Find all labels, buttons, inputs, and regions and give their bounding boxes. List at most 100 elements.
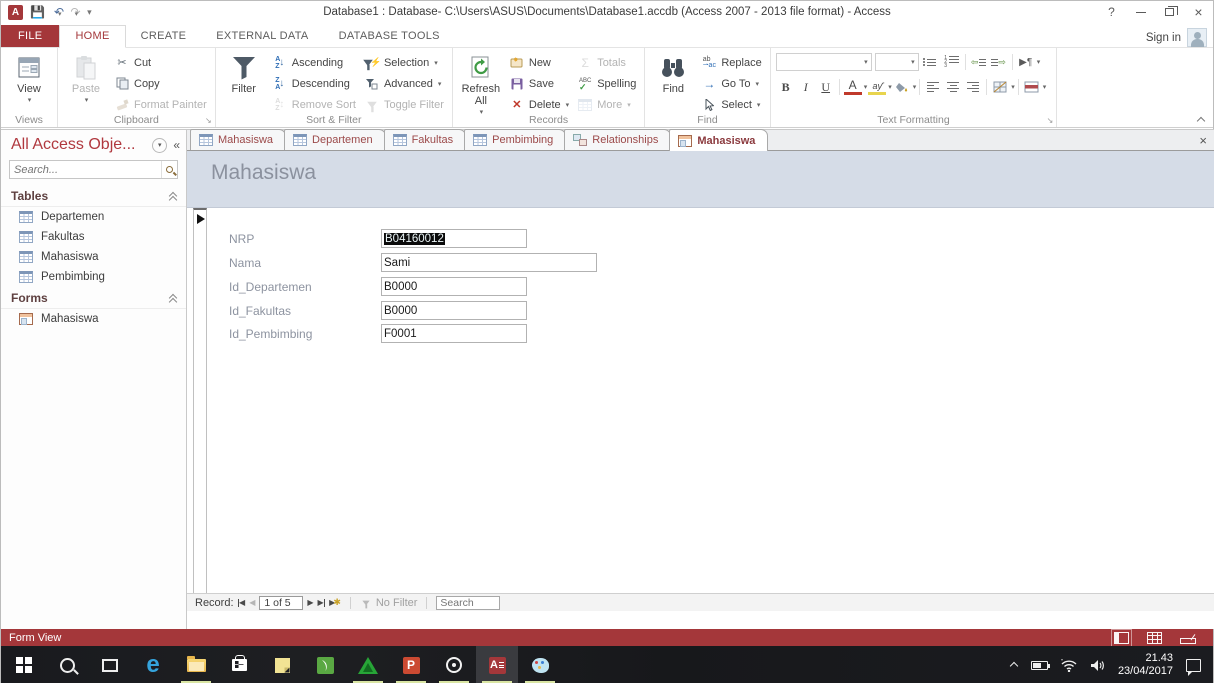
record-selector[interactable] [193,208,207,600]
powerpoint-button[interactable]: P [390,646,432,683]
doc-tab-mahasiswa-table[interactable]: Mahasiswa [190,129,286,150]
remove-sort-button[interactable]: AZ↕Remove Sort [269,94,359,115]
edge-button[interactable]: e [132,646,174,683]
taskbar-search-button[interactable] [46,646,88,683]
wifi-icon[interactable]: * [1061,659,1077,672]
more-button[interactable]: More▾ [574,94,639,115]
font-name-dropdown[interactable]: ▾ [776,53,872,71]
filter-status[interactable]: No Filter [360,597,418,609]
customize-qat-button[interactable]: ▾ [87,7,92,18]
new-record-button[interactable]: New [506,52,572,73]
alternate-row-color-button[interactable] [1023,78,1041,96]
status-design-view-icon[interactable] [1180,632,1195,644]
save-record-button[interactable]: Save [506,73,572,94]
battery-icon[interactable] [1031,661,1048,670]
goto-button[interactable]: →Go To▾ [698,73,764,94]
doc-tab-mahasiswa-form[interactable]: Mahasiswa [669,129,768,151]
recorder-button[interactable] [433,646,475,683]
align-center-button[interactable] [944,78,962,96]
nav-section-forms[interactable]: Forms [1,287,186,309]
task-view-button[interactable] [89,646,131,683]
filter-button[interactable]: Filter [221,51,267,95]
collapse-forms-icon[interactable] [169,295,176,302]
shutter-bar-close-icon[interactable]: « [173,138,180,152]
previous-record-button[interactable]: ◀ [249,599,255,607]
nav-section-tables[interactable]: Tables [1,185,186,207]
collapse-ribbon-button[interactable] [1197,115,1205,123]
paint-palette-button[interactable] [519,646,561,683]
decrease-indent-button[interactable]: ⇦ [970,53,988,71]
restore-button[interactable] [1155,1,1184,23]
record-position[interactable]: 1 of 5 [259,596,303,610]
action-center-icon[interactable] [1186,659,1201,672]
nav-pane-menu-icon[interactable]: ▾ [152,138,167,153]
doc-tab-fakultas[interactable]: Fakultas [384,129,467,150]
sidebar-item-pembimbing[interactable]: Pembimbing [1,267,186,287]
status-datasheet-view-icon[interactable] [1147,632,1162,644]
next-record-button[interactable]: ▶ [307,599,313,607]
sticky-notes-button[interactable] [261,646,303,683]
new-blank-record-button[interactable]: ▶✱ [329,598,341,607]
redo-button[interactable]: ↷▾ [71,6,79,18]
close-button[interactable]: × [1184,1,1213,23]
coreldraw-button[interactable] [304,646,346,683]
refresh-all-button[interactable]: Refresh All ▾ [458,51,504,119]
font-color-button[interactable]: A [844,80,862,95]
sidebar-item-fakultas[interactable]: Fakultas [1,227,186,247]
italic-button[interactable]: I [797,78,815,96]
sidebar-item-departemen[interactable]: Departemen [1,207,186,227]
access-taskbar-button[interactable]: A [476,646,518,683]
save-button[interactable]: 💾 [30,6,45,18]
undo-button[interactable]: ↶▾ [54,6,62,18]
underline-button[interactable]: U [817,78,835,96]
help-button[interactable]: ? [1097,1,1126,23]
field-input-nrp[interactable]: B04160012 [381,229,527,248]
sidebar-item-mahasiswa-table[interactable]: Mahasiswa [1,247,186,267]
sign-in[interactable]: Sign in [1146,28,1207,47]
search-icon[interactable] [161,161,177,178]
numbering-button[interactable]: 123 [943,53,961,71]
tab-file[interactable]: FILE [1,25,59,47]
doc-tab-pembimbing[interactable]: Pembimbing [464,129,566,150]
tab-external-data[interactable]: EXTERNAL DATA [201,26,323,47]
bold-button[interactable]: B [777,78,795,96]
show-hidden-icons-button[interactable] [1010,661,1018,669]
first-record-button[interactable]: ◀ [238,599,246,607]
select-button[interactable]: Select▾ [698,94,764,115]
close-document-icon[interactable]: × [1199,133,1207,148]
tab-home[interactable]: HOME [59,25,125,48]
font-size-dropdown[interactable]: ▾ [875,53,919,71]
increase-indent-button[interactable]: ⇨ [990,53,1008,71]
file-explorer-button[interactable] [175,646,217,683]
toggle-filter-button[interactable]: Toggle Filter [361,94,447,115]
field-input-id-pembimbing[interactable]: F0001 [381,324,527,343]
view-button[interactable]: View ▾ [6,51,52,107]
smartdraw-button[interactable] [347,646,389,683]
advanced-button[interactable]: Advanced▾ [361,73,447,94]
collapse-tables-icon[interactable] [169,193,176,200]
sidebar-item-mahasiswa-form[interactable]: Mahasiswa [1,309,186,329]
highlight-color-button[interactable]: aƴ [868,80,886,95]
format-painter-button[interactable]: Format Painter [111,94,210,115]
fill-color-button[interactable] [893,78,911,96]
doc-tab-relationships[interactable]: Relationships [564,129,671,150]
field-input-id-fakultas[interactable]: B0000 [381,301,527,320]
last-record-button[interactable]: ▶ [318,599,326,607]
paste-button[interactable]: Paste ▾ [63,51,109,107]
selection-button[interactable]: ⚡Selection▾ [361,52,447,73]
nav-search-input[interactable] [10,164,161,176]
paragraph-direction-button[interactable]: ▶¶ [1017,53,1035,71]
bullets-button[interactable] [923,53,941,71]
replace-button[interactable]: ab⇀acReplace [698,52,764,73]
tab-database-tools[interactable]: DATABASE TOOLS [324,26,455,47]
volume-icon[interactable] [1090,659,1105,672]
field-input-nama[interactable]: Sami [381,253,597,272]
record-search-input[interactable] [436,596,500,610]
copy-button[interactable]: Copy [111,73,210,94]
status-form-view-icon[interactable] [1114,632,1129,644]
align-left-button[interactable] [924,78,942,96]
field-input-id-departemen[interactable]: B0000 [381,277,527,296]
find-button[interactable]: Find [650,51,696,95]
store-button[interactable] [218,646,260,683]
totals-button[interactable]: ΣTotals [574,52,639,73]
